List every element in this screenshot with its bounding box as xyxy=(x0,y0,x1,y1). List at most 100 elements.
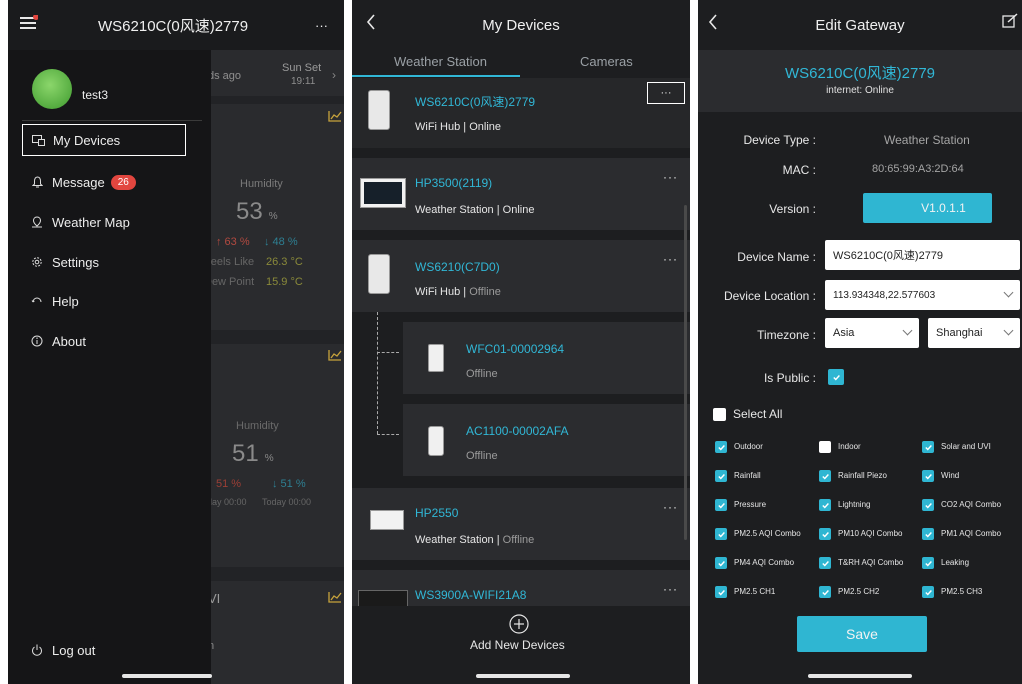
feature-checkbox[interactable] xyxy=(819,499,831,511)
menu-item-label: Weather Map xyxy=(52,214,130,230)
feature-checkbox[interactable] xyxy=(819,557,831,569)
more-icon[interactable]: ··· xyxy=(663,500,678,514)
feature-checkbox[interactable] xyxy=(922,557,934,569)
feature-checkbox-label: Rainfall Piezo xyxy=(838,471,887,480)
timezone-label: Timezone : xyxy=(757,328,816,342)
feature-checkbox[interactable] xyxy=(819,441,831,453)
feature-checkbox-label: Indoor xyxy=(838,442,861,451)
device-status: Offline xyxy=(466,368,498,380)
feature-checkbox[interactable] xyxy=(819,586,831,598)
select-all-label: Select All xyxy=(733,407,783,421)
feature-checkbox-label: Leaking xyxy=(941,558,970,567)
tree-connector xyxy=(377,434,399,435)
sub-device-card[interactable]: WFC01-00002964 Offline xyxy=(403,322,690,394)
timezone-city-select[interactable]: Shanghai xyxy=(928,318,1020,348)
save-button[interactable]: Save xyxy=(797,616,927,652)
add-device-bar[interactable]: Add New Devices xyxy=(352,606,690,684)
device-card[interactable]: WS6210C(0风速)2779 WiFi Hub | Online ··· xyxy=(352,78,690,148)
version-label: Version : xyxy=(769,202,816,216)
menu-icon[interactable] xyxy=(20,14,39,31)
menu-item-message[interactable]: Message 26 xyxy=(22,166,186,198)
feature-checkbox[interactable] xyxy=(715,470,727,482)
menu-item-help[interactable]: Help xyxy=(22,285,186,317)
feature-checkbox[interactable] xyxy=(715,528,727,540)
mac-value: 80:65:99:A3:2D:64 xyxy=(872,163,964,175)
back-icon[interactable] xyxy=(708,14,718,34)
chart-icon[interactable] xyxy=(328,109,342,122)
is-public-checkbox[interactable] xyxy=(828,369,844,385)
device-card[interactable]: HP3500(2119) Weather Station | Online ··… xyxy=(352,158,690,230)
page-title: My Devices xyxy=(482,16,560,34)
device-menu-button[interactable]: ··· xyxy=(647,82,685,104)
chevron-right-icon[interactable]: › xyxy=(332,68,336,82)
header: WS6210C(0风速)2779 ··· xyxy=(8,0,344,50)
device-thumbnail xyxy=(360,178,406,208)
device-name: WFC01-00002964 xyxy=(466,342,565,356)
device-card[interactable]: WS6210(C7D0) WiFi Hub | Offline ··· xyxy=(352,240,690,312)
back-icon[interactable] xyxy=(366,14,376,34)
feature-checkbox[interactable] xyxy=(715,586,727,598)
humidity-value: 53% xyxy=(236,198,278,225)
more-icon[interactable]: ··· xyxy=(315,18,328,33)
device-name-field[interactable]: WS6210C(0风速)2779 xyxy=(825,240,1020,270)
feature-checkbox[interactable] xyxy=(715,441,727,453)
humidity-label: Humidity xyxy=(236,420,279,432)
internet-status: internet: Online xyxy=(826,85,894,96)
divider xyxy=(208,96,344,104)
is-public-label: Is Public : xyxy=(763,371,816,385)
device-card[interactable]: WS3900A-WIFI21A8 ··· xyxy=(352,570,690,610)
feature-checkbox[interactable] xyxy=(715,557,727,569)
select-all-checkbox[interactable] xyxy=(713,408,726,421)
feature-checkbox[interactable] xyxy=(922,528,934,540)
menu-item-my-devices[interactable]: My Devices xyxy=(22,124,186,156)
version-button[interactable]: V1.0.1.1 xyxy=(863,193,992,223)
time-label: Today 00:00 xyxy=(262,497,312,507)
menu-item-about[interactable]: About xyxy=(22,325,186,357)
humidity-min: ↓ 51 % xyxy=(272,478,306,490)
home-indicator xyxy=(122,674,212,678)
feels-like-label: Feels Like xyxy=(204,256,255,268)
menu-item-label: Settings xyxy=(52,254,99,270)
device-name: HP2550 xyxy=(415,506,459,520)
logout-button[interactable]: Log out xyxy=(22,634,186,666)
feature-checkbox[interactable] xyxy=(922,586,934,598)
username[interactable]: test3 xyxy=(82,88,108,102)
menu-item-weather-map[interactable]: Weather Map xyxy=(22,206,186,238)
device-location-label: Device Location : xyxy=(723,289,816,303)
feels-like-value: 26.3 °C xyxy=(266,256,303,268)
menu-item-label: About xyxy=(52,333,86,349)
feature-checkbox[interactable] xyxy=(922,441,934,453)
more-icon[interactable]: ··· xyxy=(663,170,678,184)
add-device-label: Add New Devices xyxy=(470,638,565,652)
scrollbar[interactable] xyxy=(684,205,687,540)
gear-icon xyxy=(28,256,46,268)
feature-checkbox[interactable] xyxy=(819,470,831,482)
menu-item-settings[interactable]: Settings xyxy=(22,246,186,278)
device-thumbnail xyxy=(428,344,444,372)
feature-checkbox[interactable] xyxy=(922,499,934,511)
feature-checkbox[interactable] xyxy=(922,470,934,482)
edit-icon[interactable] xyxy=(1002,13,1018,33)
device-location-select[interactable]: 113.934348,22.577603 xyxy=(825,280,1020,310)
sub-device-card[interactable]: AC1100-00002AFA Offline xyxy=(403,404,690,476)
timezone-region-select[interactable]: Asia xyxy=(825,318,919,348)
feature-checkbox[interactable] xyxy=(819,528,831,540)
gateway-header: WS6210C(0风速)2779 internet: Online xyxy=(698,50,1022,112)
divider xyxy=(208,330,344,344)
feature-checkbox[interactable] xyxy=(715,499,727,511)
avatar[interactable] xyxy=(32,69,72,109)
info-icon xyxy=(28,335,46,347)
chart-icon[interactable] xyxy=(328,348,342,361)
device-card[interactable]: HP2550 Weather Station | Offline ··· xyxy=(352,488,690,560)
tab-cameras[interactable]: Cameras xyxy=(580,54,633,69)
more-icon[interactable]: ··· xyxy=(663,252,678,266)
my-devices-screen: My Devices Weather Station Cameras WS621… xyxy=(352,0,690,684)
device-type: Weather Station | Offline xyxy=(415,534,535,546)
more-icon[interactable]: ··· xyxy=(663,582,678,596)
map-pin-icon xyxy=(28,216,46,228)
chart-icon[interactable] xyxy=(328,590,342,603)
device-name: HP3500(2119) xyxy=(415,176,493,190)
tab-weather-station[interactable]: Weather Station xyxy=(394,54,487,69)
feature-checkbox-label: PM2.5 AQI Combo xyxy=(734,529,801,538)
dashboard-background xyxy=(208,50,344,684)
